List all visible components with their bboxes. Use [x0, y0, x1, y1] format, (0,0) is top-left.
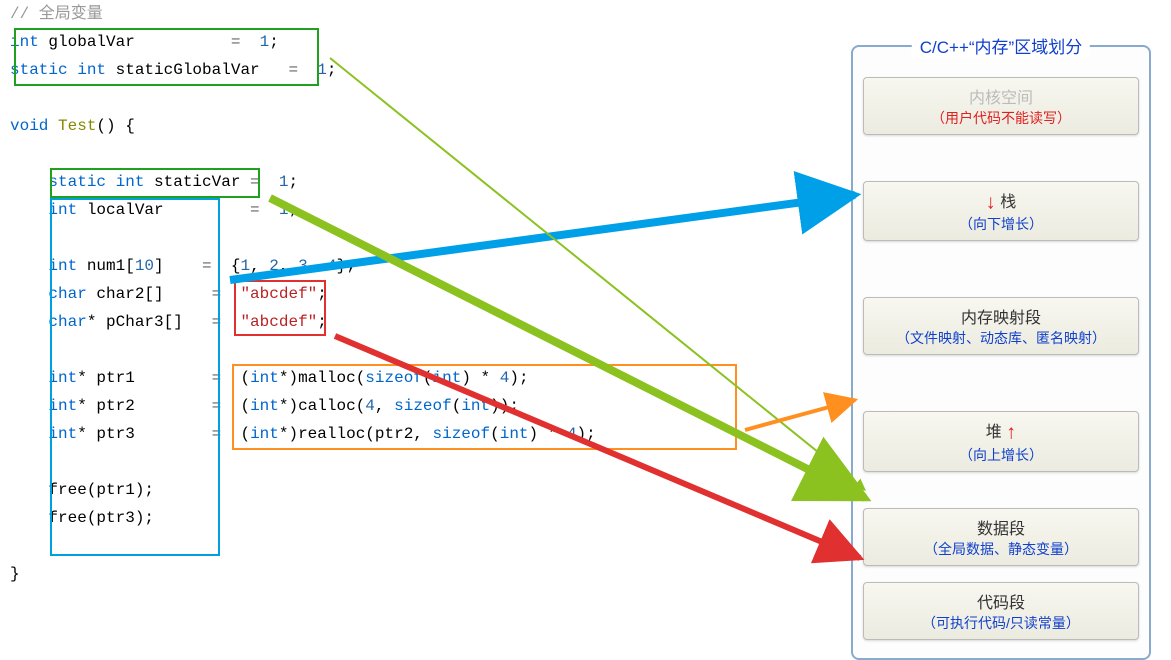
- arrow-up-icon: ↑: [1006, 422, 1016, 444]
- code-line-ptr1: int* ptr1 = (int*)malloc(sizeof(int) * 4…: [10, 364, 770, 392]
- mem-mmap-label: 内存映射段: [961, 304, 1041, 328]
- code-line-ptr2: int* ptr2 = (int*)calloc(4, sizeof(int))…: [10, 392, 770, 420]
- mem-heap-sub: （向上增长）: [868, 445, 1134, 465]
- code-line-staticglobalvar: static int staticGlobalVar = 1;: [10, 56, 770, 84]
- mem-kernel: 内核空间 （用户代码不能读写）: [863, 77, 1139, 135]
- mem-text-sub: （可执行代码/只读常量）: [868, 613, 1134, 633]
- mem-text-label: 代码段: [977, 589, 1025, 613]
- code-line-char2: char char2[] = "abcdef";: [10, 280, 770, 308]
- code-line-localvar: int localVar = 1;: [10, 196, 770, 224]
- mem-mmap: 内存映射段 （文件映射、动态库、匿名映射）: [863, 297, 1139, 355]
- code-block: // 全局变量 int globalVar = 1; static int st…: [10, 0, 770, 588]
- comment-global: // 全局变量: [10, 0, 770, 28]
- mem-heap: 堆 ↑ （向上增长）: [863, 411, 1139, 471]
- code-line-num1: int num1[10] = {1, 2, 3, 4};: [10, 252, 770, 280]
- mem-data-label: 数据段: [977, 515, 1025, 539]
- mem-stack: ↓ 栈 （向下增长）: [863, 181, 1139, 241]
- mem-stack-sub: （向下增长）: [868, 214, 1134, 234]
- mem-data-sub: （全局数据、静态变量）: [868, 539, 1134, 559]
- arrow-down-icon: ↓: [986, 191, 996, 213]
- code-line-ptr3: int* ptr3 = (int*)realloc(ptr2, sizeof(i…: [10, 420, 770, 448]
- memory-panel-title: C/C++“内存”区域划分: [912, 33, 1090, 58]
- code-line-free3: free(ptr3);: [10, 504, 770, 532]
- code-line-free1: free(ptr1);: [10, 476, 770, 504]
- mem-text: 代码段 （可执行代码/只读常量）: [863, 582, 1139, 640]
- mem-kernel-label: 内核空间: [969, 84, 1033, 108]
- mem-heap-label: 堆: [986, 418, 1002, 442]
- mem-mmap-sub: （文件映射、动态库、匿名映射）: [868, 328, 1134, 348]
- code-line-globalvar: int globalVar = 1;: [10, 28, 770, 56]
- code-line-fn: void Test() {: [10, 112, 770, 140]
- memory-panel: C/C++“内存”区域划分 内核空间 （用户代码不能读写） ↓ 栈 （向下增长）…: [851, 45, 1151, 660]
- code-line-staticvar: static int staticVar = 1;: [10, 168, 770, 196]
- mem-stack-label: 栈: [1000, 188, 1016, 212]
- mem-data: 数据段 （全局数据、静态变量）: [863, 508, 1139, 566]
- mem-kernel-sub: （用户代码不能读写）: [868, 108, 1134, 128]
- code-line-close: }: [10, 560, 770, 588]
- code-line-pchar3: char* pChar3[] = "abcdef";: [10, 308, 770, 336]
